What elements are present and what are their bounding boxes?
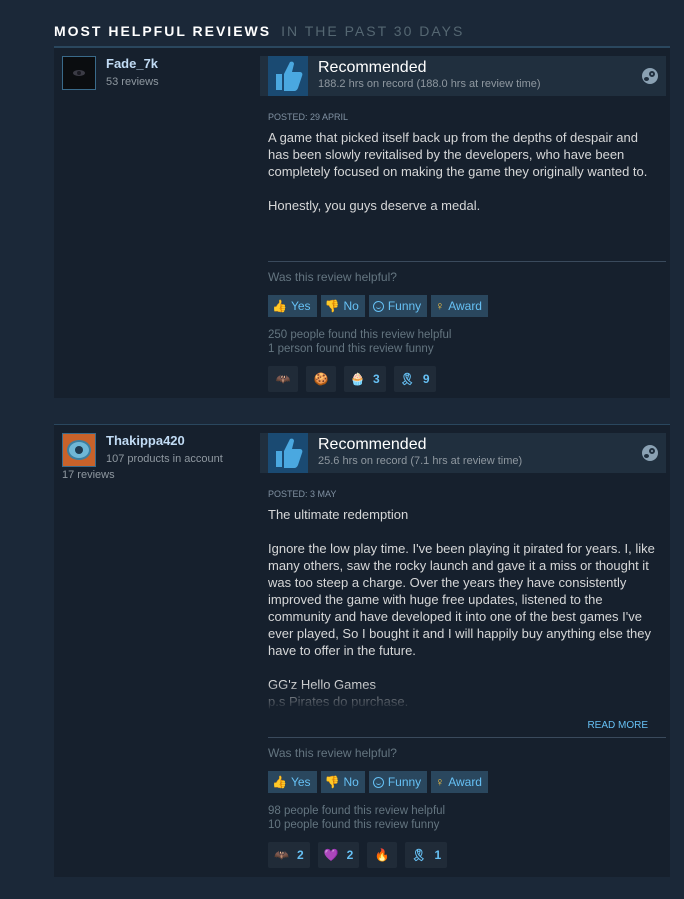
- review-text: The ultimate redemption Ignore the low p…: [268, 507, 655, 709]
- vote-no-button[interactable]: 👎 No: [320, 295, 365, 317]
- vote-no-button[interactable]: 👎 No: [320, 771, 365, 793]
- funny-count: 1 person found this review funny: [268, 343, 434, 355]
- award-ribbon-icon: ♀: [435, 299, 445, 313]
- author-name[interactable]: Fade_7k: [106, 56, 158, 71]
- author-review-count[interactable]: 53 reviews: [106, 76, 159, 88]
- author-name[interactable]: Thakippa420: [106, 433, 185, 448]
- vote-buttons: 👍 Yes 👎 No Funny ♀ Award: [268, 295, 666, 317]
- funny-label: Funny: [387, 299, 422, 313]
- thumbs-up-icon: [268, 56, 308, 96]
- steam-icon: [642, 68, 658, 84]
- author-review-count[interactable]: 17 reviews: [62, 469, 115, 481]
- helpful-question: Was this review helpful?: [268, 746, 397, 760]
- ribbon-award-icon: 🎗: [399, 372, 415, 386]
- review-text-container: The ultimate redemption Ignore the low p…: [260, 506, 666, 710]
- thumbs-up-icon: 👍: [272, 775, 287, 789]
- wholesome-award-icon: 🧁: [350, 372, 365, 386]
- award-pill[interactable]: 🔥: [367, 842, 398, 868]
- divider: [268, 261, 666, 262]
- award-count: 3: [372, 372, 380, 386]
- thumbs-down-icon: 👎: [324, 775, 340, 789]
- section-subtitle: In the past 30 days: [281, 23, 465, 39]
- award-count: 2: [296, 848, 304, 862]
- vote-buttons: 👍 Yes 👎 No Funny ♀ Award: [268, 771, 666, 793]
- vote-funny-button[interactable]: Funny: [368, 295, 428, 317]
- hours-on-record: 188.2 hrs on record (188.0 hrs at review…: [318, 78, 541, 90]
- helpful-question: Was this review helpful?: [268, 270, 397, 284]
- award-count: 9: [422, 372, 430, 386]
- award-pill[interactable]: 🦇: [268, 366, 298, 392]
- products-in-account[interactable]: 107 products in account: [106, 453, 223, 465]
- vote-header[interactable]: Recommended 25.6 hrs on record (7.1 hrs …: [260, 433, 666, 473]
- award-ribbon-icon: ♀: [435, 775, 445, 789]
- award-pill[interactable]: 🍪: [306, 366, 336, 392]
- vote-header[interactable]: Recommended 188.2 hrs on record (188.0 h…: [260, 56, 666, 96]
- heart-award-icon: 💜: [323, 848, 339, 862]
- funny-count: 10 people found this review funny: [268, 819, 440, 831]
- award-count: 2: [346, 848, 354, 862]
- review-body: Recommended 188.2 hrs on record (188.0 h…: [260, 48, 666, 392]
- award-label: Award: [448, 775, 482, 789]
- recommendation-title: Recommended: [318, 436, 427, 453]
- award-list: 🦇 🍪 🧁 3 🎗 9: [268, 366, 666, 392]
- smiley-icon: [372, 776, 384, 788]
- helpful-count: 98 people found this review helpful: [268, 805, 446, 817]
- hot-take-award-icon: 🍪: [313, 372, 329, 386]
- review-stats: 250 people found this review helpful 1 p…: [268, 328, 666, 356]
- thumbs-up-icon: [268, 433, 308, 473]
- yes-label: Yes: [290, 299, 311, 313]
- thumbs-down-icon: 👎: [324, 299, 340, 313]
- reviews-section: Most Helpful Reviews In the past 30 days …: [54, 0, 670, 877]
- hours-on-record: 25.6 hrs on record (7.1 hrs at review ti…: [318, 455, 523, 467]
- review-card: Thakippa420 107 products in account 17 r…: [54, 424, 670, 877]
- vote-funny-button[interactable]: Funny: [368, 771, 428, 793]
- award-pill[interactable]: 🦇 2: [268, 842, 310, 868]
- section-header: Most Helpful Reviews In the past 30 days: [54, 22, 670, 47]
- award-count: 1: [434, 848, 442, 862]
- award-pill[interactable]: 🎗 1: [405, 842, 448, 868]
- helpful-count: 250 people found this review helpful: [268, 329, 452, 341]
- award-list: 🦇 2 💜 2 🔥 🎗 1: [268, 842, 666, 868]
- yes-label: Yes: [290, 775, 311, 789]
- no-label: No: [343, 775, 359, 789]
- vote-yes-button[interactable]: 👍 Yes: [268, 295, 317, 317]
- award-label: Award: [448, 299, 482, 313]
- divider: [268, 737, 666, 738]
- award-pill[interactable]: 💜 2: [317, 842, 360, 868]
- wings-award-icon: 🦇: [274, 848, 289, 862]
- award-button[interactable]: ♀ Award: [431, 295, 488, 317]
- eye-avatar-icon: [73, 70, 85, 76]
- review-stats: 98 people found this review helpful 10 p…: [268, 804, 666, 832]
- steam-icon: [642, 445, 658, 461]
- avatar[interactable]: [62, 56, 96, 90]
- award-button[interactable]: ♀ Award: [431, 771, 488, 793]
- recommendation-title: Recommended: [318, 59, 427, 76]
- posted-date: Posted: 29 April: [268, 112, 349, 122]
- thumbs-up-icon: 👍: [272, 299, 287, 313]
- award-pill[interactable]: 🧁 3: [344, 366, 386, 392]
- award-pill[interactable]: 🎗 9: [393, 366, 436, 392]
- wings-award-icon: 🦇: [275, 372, 291, 386]
- posted-date: Posted: 3 May: [268, 489, 337, 499]
- avatar[interactable]: [62, 433, 96, 467]
- vote-yes-button[interactable]: 👍 Yes: [268, 771, 317, 793]
- read-more-link[interactable]: Read More: [260, 720, 648, 731]
- review-body: Recommended 25.6 hrs on record (7.1 hrs …: [260, 425, 666, 868]
- smiley-icon: [372, 300, 384, 312]
- ribbon-award-icon: 🎗: [411, 848, 427, 862]
- no-label: No: [343, 299, 359, 313]
- fire-award-icon: 🔥: [374, 848, 390, 862]
- funny-label: Funny: [387, 775, 422, 789]
- section-title: Most Helpful Reviews: [54, 23, 272, 39]
- review-card: Fade_7k 53 reviews Recommended 188.2 hrs…: [54, 47, 670, 398]
- review-text: A game that picked itself back up from t…: [268, 130, 648, 213]
